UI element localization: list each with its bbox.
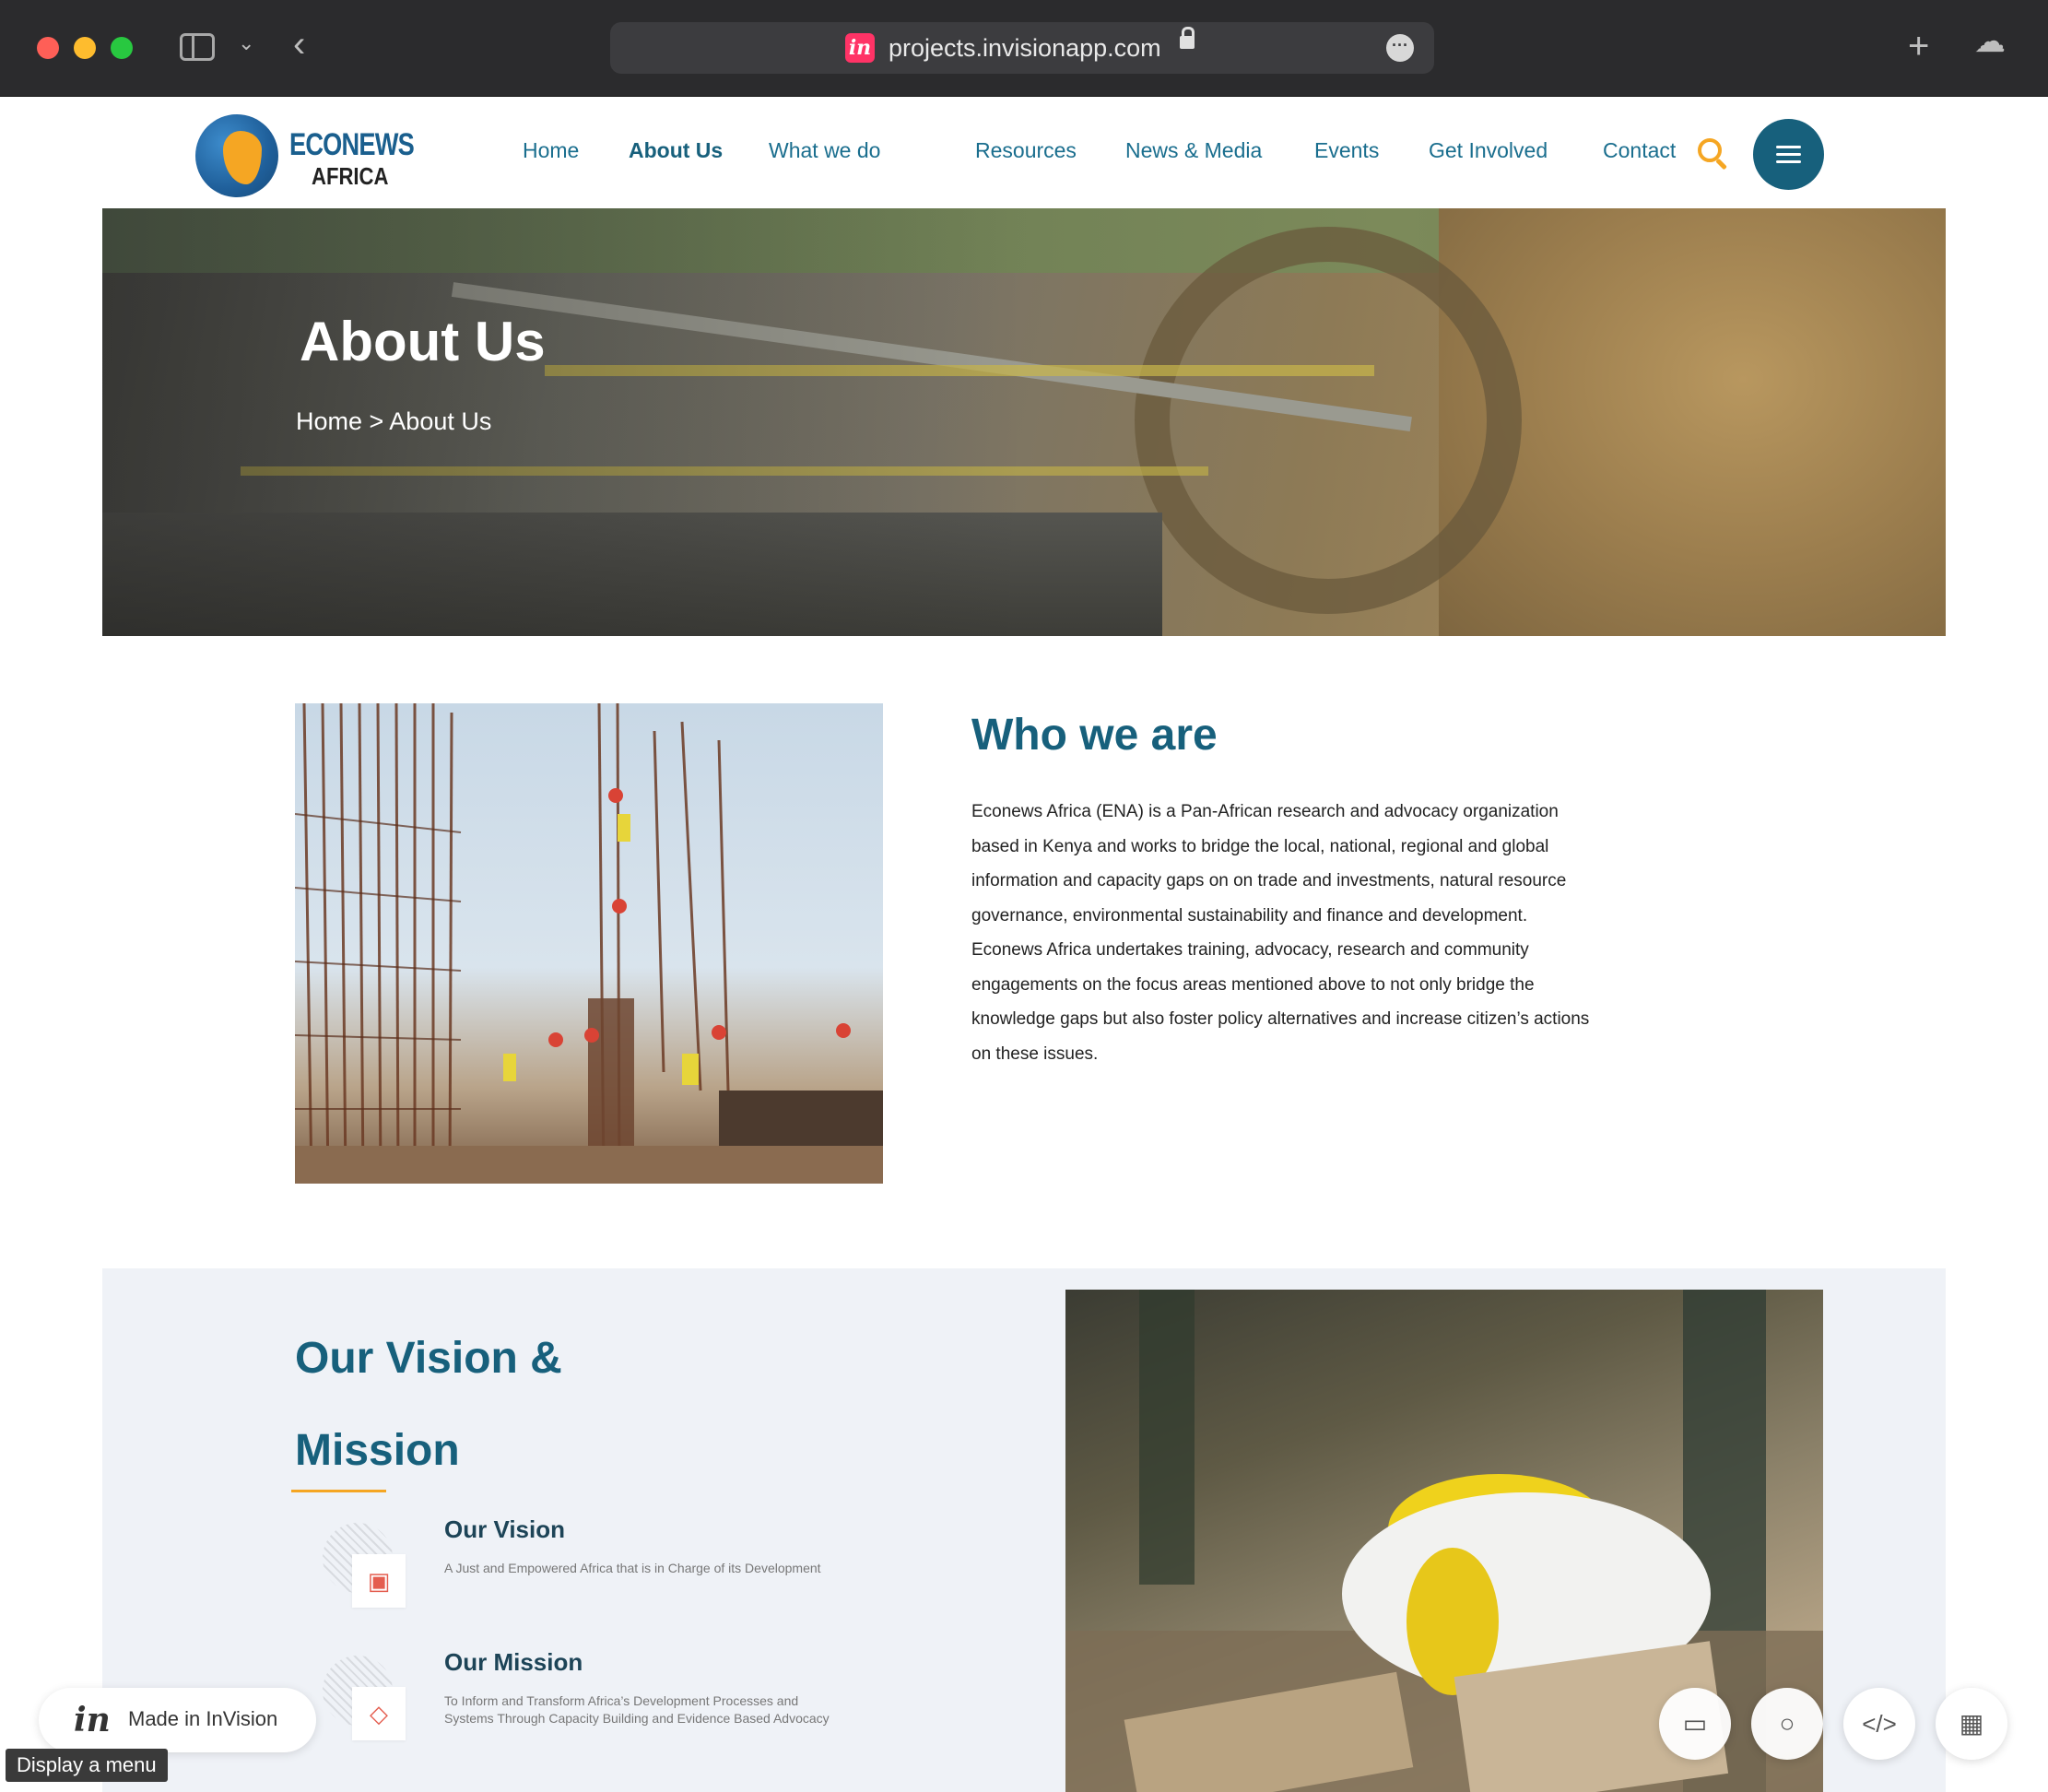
site-logo[interactable]: ECONEWS AFRICA [195, 114, 415, 197]
invision-favicon-icon: in [845, 33, 875, 63]
page-title: About Us [300, 311, 546, 372]
vision-mission-heading-line2: Mission [295, 1426, 460, 1475]
sidebar-toggle-icon[interactable] [180, 33, 215, 61]
nav-what-we-do[interactable]: What we do [769, 138, 880, 163]
invision-logo-icon: in [74, 1701, 111, 1739]
made-in-invision-text: Made in InVision [128, 1707, 278, 1730]
vision-mission-heading-line1: Our Vision & [295, 1334, 562, 1383]
nav-contact[interactable]: Contact [1603, 138, 1676, 163]
search-icon[interactable] [1698, 138, 1725, 166]
who-we-are-heading: Who we are [971, 711, 1218, 760]
nav-resources[interactable]: Resources [975, 138, 1077, 163]
mission-heading: Our Mission [444, 1648, 583, 1676]
who-line: Econews Africa undertakes training, advo… [971, 940, 1529, 960]
hero-banner: About Us Home > About Us [102, 208, 1946, 636]
cloud-icon[interactable]: ☁ [1974, 26, 2006, 57]
breadcrumb[interactable]: Home > About Us [296, 407, 491, 436]
globe-icon [195, 114, 278, 197]
logo-text-africa: AFRICA [312, 162, 389, 190]
who-line: based in Kenya and works to bridge the l… [971, 836, 1549, 856]
vision-heading: Our Vision [444, 1515, 565, 1543]
who-line: governance, environmental sustainability… [971, 905, 1528, 925]
page-menu-icon[interactable]: ··· [1386, 34, 1414, 62]
heading-underline [291, 1490, 386, 1492]
url-text: projects.invisionapp.com [889, 34, 1161, 62]
lock-icon [1180, 27, 1195, 49]
tooltip: Display a menu [6, 1749, 168, 1782]
minimize-window-button[interactable] [74, 37, 96, 59]
mission-text-line: To Inform and Transform Africa’s Develop… [444, 1693, 799, 1708]
nav-about-us[interactable]: About Us [629, 138, 723, 163]
nav-get-involved[interactable]: Get Involved [1429, 138, 1548, 163]
logo-text-econews: ECONEWS [289, 127, 415, 162]
who-line: Econews Africa (ENA) is a Pan-African re… [971, 802, 1559, 821]
nav-home[interactable]: Home [523, 138, 579, 163]
browser-toolbar: ⌄ ‹ in projects.invisionapp.com ··· + ☁ [0, 0, 2048, 97]
code-icon[interactable]: </> [1843, 1688, 1915, 1760]
zoom-window-button[interactable] [111, 37, 133, 59]
search-icon[interactable]: ○ [1751, 1688, 1823, 1760]
back-icon[interactable]: ‹ [293, 26, 305, 63]
mission-text-line: Systems Through Capacity Building and Ev… [444, 1711, 830, 1726]
vision-icon: ▣ [352, 1554, 406, 1608]
grid-icon[interactable]: ▦ [1936, 1688, 2007, 1760]
chevron-down-icon[interactable]: ⌄ [238, 33, 254, 53]
new-tab-icon[interactable]: + [1908, 28, 1929, 65]
mission-text: To Inform and Transform Africa’s Develop… [444, 1692, 924, 1727]
vision-text: A Just and Empowered Africa that is in C… [444, 1561, 821, 1575]
made-in-invision-badge[interactable]: in Made in InVision [39, 1688, 316, 1752]
close-window-button[interactable] [37, 37, 59, 59]
who-line: on these issues. [971, 1043, 1099, 1064]
nav-events[interactable]: Events [1314, 138, 1379, 163]
address-bar[interactable]: in projects.invisionapp.com ··· [610, 22, 1434, 74]
who-line: information and capacity gaps on on trad… [971, 871, 1567, 890]
comment-icon[interactable]: ▭ [1659, 1688, 1731, 1760]
who-we-are-text: Econews Africa (ENA) is a Pan-African re… [971, 795, 1672, 1071]
construction-workers-image [295, 703, 883, 1184]
who-line: engagements on the focus areas mentioned… [971, 974, 1535, 995]
vision-mission-heading: Our Vision & Mission [295, 1313, 664, 1497]
hamburger-menu-button[interactable] [1753, 119, 1824, 190]
who-line: knowledge gaps but also foster policy al… [971, 1009, 1590, 1029]
nav-news-media[interactable]: News & Media [1125, 138, 1262, 163]
diamond-icon: ◇ [352, 1687, 406, 1740]
